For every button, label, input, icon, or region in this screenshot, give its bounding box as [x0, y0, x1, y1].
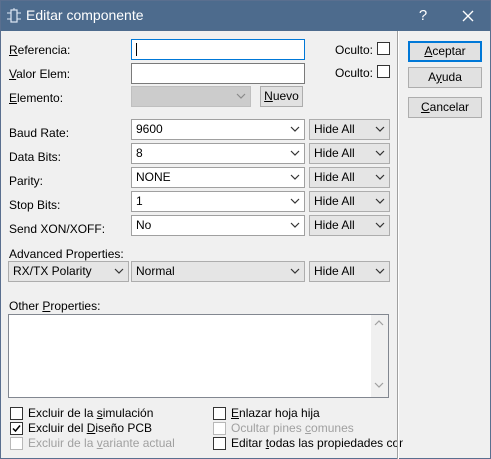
referencia-input[interactable]	[131, 39, 305, 60]
ocultar-checkbox[interactable]	[213, 422, 226, 435]
other-properties-textarea[interactable]	[8, 314, 389, 398]
chevron-down-icon	[375, 222, 385, 228]
ayuda-button[interactable]: Ayuda	[408, 67, 482, 88]
property-value-select[interactable]: 8	[131, 143, 305, 164]
other-properties-label: Other Properties:	[9, 299, 101, 313]
property-visibility-select[interactable]: Hide All	[309, 167, 390, 188]
chevron-down-icon	[375, 198, 385, 204]
property-visibility-select[interactable]: Hide All	[309, 191, 390, 212]
property-label: Parity:	[9, 174, 44, 188]
excluir_var-checkbox[interactable]	[10, 437, 23, 450]
title-bar[interactable]: Editar componente ?	[1, 1, 490, 31]
excluir_var-label: Excluir de la variante actual	[28, 436, 175, 450]
property-value-select[interactable]: 9600	[131, 119, 305, 140]
vertical-separator	[397, 31, 399, 459]
chevron-down-icon	[375, 150, 385, 156]
excluir_pcb-label: Excluir del Diseño PCB	[28, 421, 153, 435]
cancelar-button[interactable]: Cancelar	[408, 97, 482, 118]
valor-label: Valor Elem:	[9, 67, 71, 81]
valor-input[interactable]	[131, 63, 305, 84]
chevron-down-icon	[290, 268, 300, 274]
help-title-button[interactable]: ?	[407, 3, 439, 29]
chevron-down-icon	[375, 126, 385, 132]
chevron-down-icon	[290, 174, 300, 180]
referencia-label: Referencia:	[9, 43, 71, 57]
checkmark-icon	[12, 425, 21, 433]
property-label: Send XON/XOFF:	[9, 222, 106, 236]
advanced-properties-label: Advanced Properties:	[9, 247, 124, 261]
property-visibility-select[interactable]: Hide All	[309, 119, 390, 140]
chevron-down-icon	[290, 126, 300, 132]
excluir_pcb-checkbox[interactable]	[10, 422, 23, 435]
oculto-valor-checkbox[interactable]	[377, 65, 390, 78]
property-visibility-select[interactable]: Hide All	[309, 215, 390, 236]
editar-label: Editar todas las propiedades como	[231, 436, 403, 450]
chevron-down-icon	[375, 268, 385, 274]
property-visibility-select[interactable]: Hide All	[309, 143, 390, 164]
close-icon	[462, 10, 474, 22]
oculto-valor-label: Oculto:	[335, 66, 374, 80]
close-button[interactable]	[452, 3, 484, 29]
elemento-select[interactable]	[131, 86, 251, 107]
advanced-property-select[interactable]: RX/TX Polarity	[8, 261, 129, 282]
excluir_sim-label: Excluir de la simulación	[28, 406, 154, 420]
oculto-referencia-label: Oculto:	[335, 43, 374, 57]
ocultar-label: Ocultar pines comunes	[231, 421, 354, 435]
chevron-down-icon	[236, 93, 246, 99]
enlazar-label: Enlazar hoja hija	[231, 406, 320, 420]
property-label: Stop Bits:	[9, 198, 61, 212]
elemento-label: Elemento:	[9, 91, 64, 105]
property-value-select[interactable]: 1	[131, 191, 305, 212]
chevron-down-icon	[114, 268, 124, 274]
chevron-down-icon	[290, 222, 300, 228]
advanced-visibility-select[interactable]: Hide All	[309, 261, 390, 282]
chevron-down-icon	[375, 174, 385, 180]
property-value-select[interactable]: No	[131, 215, 305, 236]
advanced-value-select[interactable]: Normal	[131, 261, 305, 282]
window-title: Editar componente	[26, 7, 144, 23]
oculto-referencia-checkbox[interactable]	[377, 42, 390, 55]
scroll-up-icon[interactable]	[374, 319, 384, 327]
property-label: Data Bits:	[9, 150, 62, 164]
enlazar-checkbox[interactable]	[213, 407, 226, 420]
vertical-scrollbar[interactable]	[371, 315, 388, 397]
chevron-down-icon	[290, 150, 300, 156]
scroll-down-icon[interactable]	[374, 381, 384, 389]
component-icon	[7, 8, 21, 24]
editar-checkbox[interactable]	[213, 437, 226, 450]
property-value-select[interactable]: NONE	[131, 167, 305, 188]
chevron-down-icon	[290, 198, 300, 204]
aceptar-button[interactable]: Aceptar	[408, 41, 482, 62]
excluir_sim-checkbox[interactable]	[10, 407, 23, 420]
nuevo-button[interactable]: Nuevo	[260, 86, 303, 107]
edit-component-dialog: Editar componente ? Referencia: Oculto: …	[0, 0, 491, 459]
property-label: Baud Rate:	[9, 126, 70, 140]
